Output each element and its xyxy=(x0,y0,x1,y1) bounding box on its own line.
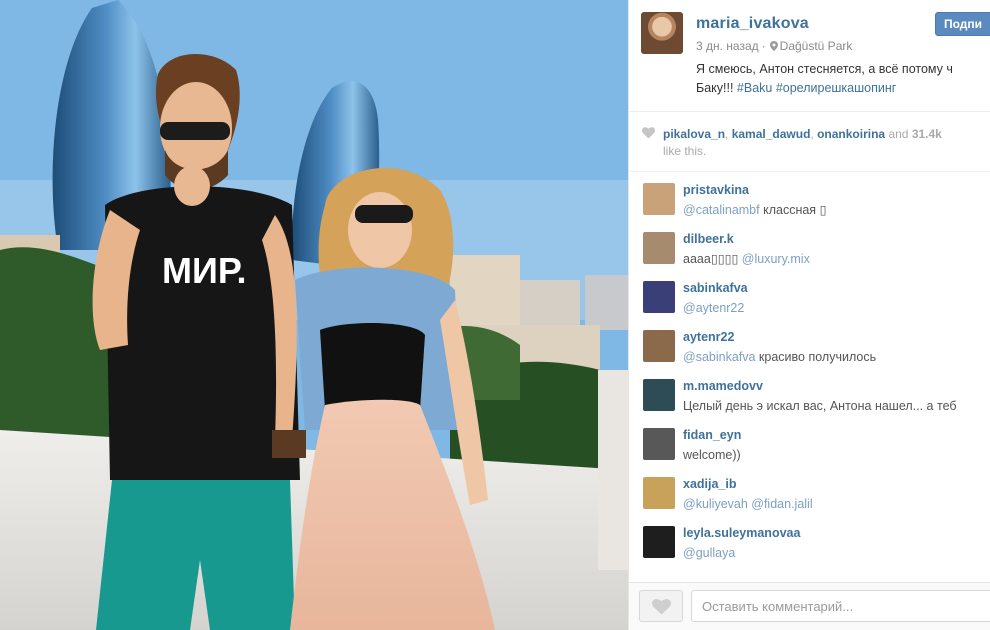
comment-emoji: ▯ xyxy=(819,203,827,217)
comment-username[interactable]: aytenr22 xyxy=(683,330,734,344)
list-item: aytenr22 @sabinkafva красиво получилось xyxy=(629,319,990,368)
comment-emoji: ▯▯▯▯ xyxy=(710,252,739,266)
list-item: m.mamedovv Целый день э искал вас, Антон… xyxy=(629,368,990,417)
likes-summary: pikalova_n, kamal_dawud, onankoirina and… xyxy=(629,112,990,172)
instagram-post-view: МИР. maria_ivakova 3 дн. назад · Dağüstü P… xyxy=(0,0,990,630)
comment-avatar[interactable] xyxy=(643,379,675,411)
comment-mention[interactable]: @luxury.mix xyxy=(738,252,810,266)
comment-username[interactable]: leyla.suleymanovaa xyxy=(683,526,800,540)
follow-button[interactable]: Подпи xyxy=(935,12,990,36)
comment-body: красиво получилось xyxy=(755,350,877,364)
comment-text: @aytenr22 xyxy=(683,300,990,316)
post-location[interactable]: Dağüstü Park xyxy=(780,39,853,53)
comment-text: welcome)) xyxy=(683,448,741,462)
post-caption: Я смеюсь, Антон стесняется, а всё потому… xyxy=(696,60,990,98)
shirt-lettering: МИР. xyxy=(162,250,246,291)
list-item: leyla.suleymanovaa @gullaya xyxy=(629,515,990,564)
likes-and: and xyxy=(888,127,909,141)
comment-username[interactable]: dilbeer.k xyxy=(683,232,734,246)
comment-text: Целый день э искал вас, Антона нашел... … xyxy=(683,399,957,413)
comment-username[interactable]: pristavkina xyxy=(683,183,749,197)
post-side-panel: maria_ivakova 3 дн. назад · Dağüstü Park П… xyxy=(628,0,990,630)
caption-text: Баку!!! xyxy=(696,81,737,95)
heart-icon xyxy=(652,599,671,615)
comment-mention[interactable]: @aytenr22 xyxy=(683,301,744,315)
comment-username[interactable]: sabinkafva xyxy=(683,281,748,295)
like-user-3[interactable]: onankoirina xyxy=(817,127,885,141)
list-item: xadija_ib @kuliyevah @fidan.jalil xyxy=(629,466,990,515)
caption-line-1: Я смеюсь, Антон стесняется, а всё потому… xyxy=(696,62,953,76)
comment-mention[interactable]: @kuliyevah @fidan.jalil xyxy=(683,497,813,511)
heart-icon xyxy=(642,127,655,139)
list-item: dilbeer.k аааа▯▯▯▯ @luxury.mix xyxy=(629,221,990,270)
caption-hashtags[interactable]: #Baku #орелирешкашопинг xyxy=(737,81,896,95)
comment-input[interactable] xyxy=(691,590,990,622)
caption-line-2: Баку!!! #Baku #орелирешкашопинг xyxy=(696,79,990,98)
like-user-2[interactable]: kamal_dawud xyxy=(732,127,811,141)
comment-text: @catalinambf классная ▯ xyxy=(683,202,990,218)
list-item: pristavkina @catalinambf классная ▯ xyxy=(629,172,990,221)
comment-text: аааа▯▯▯▯ @luxury.mix xyxy=(683,251,990,267)
comment-avatar[interactable] xyxy=(643,526,675,558)
comment-avatar[interactable] xyxy=(643,477,675,509)
comment-avatar[interactable] xyxy=(643,281,675,313)
author-username[interactable]: maria_ivakova xyxy=(696,15,809,33)
comment-username[interactable]: fidan_eyn xyxy=(683,428,741,442)
meta-separator: · xyxy=(761,39,766,53)
comment-body: классная xyxy=(759,203,820,217)
post-photo[interactable]: МИР. xyxy=(0,0,628,630)
comment-text: @kuliyevah @fidan.jalil xyxy=(683,496,990,512)
comment-text: @gullaya xyxy=(683,545,990,561)
comment-composer xyxy=(629,582,990,630)
comment-username[interactable]: m.mamedovv xyxy=(683,379,763,393)
comment-username[interactable]: xadija_ib xyxy=(683,477,737,491)
likes-count[interactable]: 31.4k xyxy=(912,127,942,141)
photo-illustration: МИР. xyxy=(0,0,628,630)
list-item: fidan_eyn welcome)) xyxy=(629,417,990,466)
post-header: maria_ivakova 3 дн. назад · Dağüstü Park П… xyxy=(629,0,990,112)
author-avatar[interactable] xyxy=(641,12,683,54)
likes-line-1: pikalova_n, kamal_dawud, onankoirina and… xyxy=(663,127,942,141)
comment-text: @sabinkafva красиво получилось xyxy=(683,349,990,365)
comment-mention[interactable]: @sabinkafva xyxy=(683,350,755,364)
post-time[interactable]: 3 дн. назад xyxy=(696,39,759,53)
comment-body: аааа xyxy=(683,252,711,266)
likes-tail: like this. xyxy=(663,144,707,158)
comment-mention[interactable]: @gullaya xyxy=(683,546,735,560)
like-user-1[interactable]: pikalova_n xyxy=(663,127,725,141)
post-meta: 3 дн. назад · Dağüstü Park xyxy=(696,39,852,53)
comment-list[interactable]: pristavkina @catalinambf классная ▯ dilb… xyxy=(629,172,990,582)
comment-avatar[interactable] xyxy=(643,183,675,215)
like-button[interactable] xyxy=(639,590,683,622)
comment-avatar[interactable] xyxy=(643,232,675,264)
location-pin-icon xyxy=(769,41,778,51)
list-item: sabinkafva @aytenr22 xyxy=(629,270,990,319)
comment-avatar[interactable] xyxy=(643,330,675,362)
comment-avatar[interactable] xyxy=(643,428,675,460)
comment-mention[interactable]: @catalinambf xyxy=(683,203,760,217)
